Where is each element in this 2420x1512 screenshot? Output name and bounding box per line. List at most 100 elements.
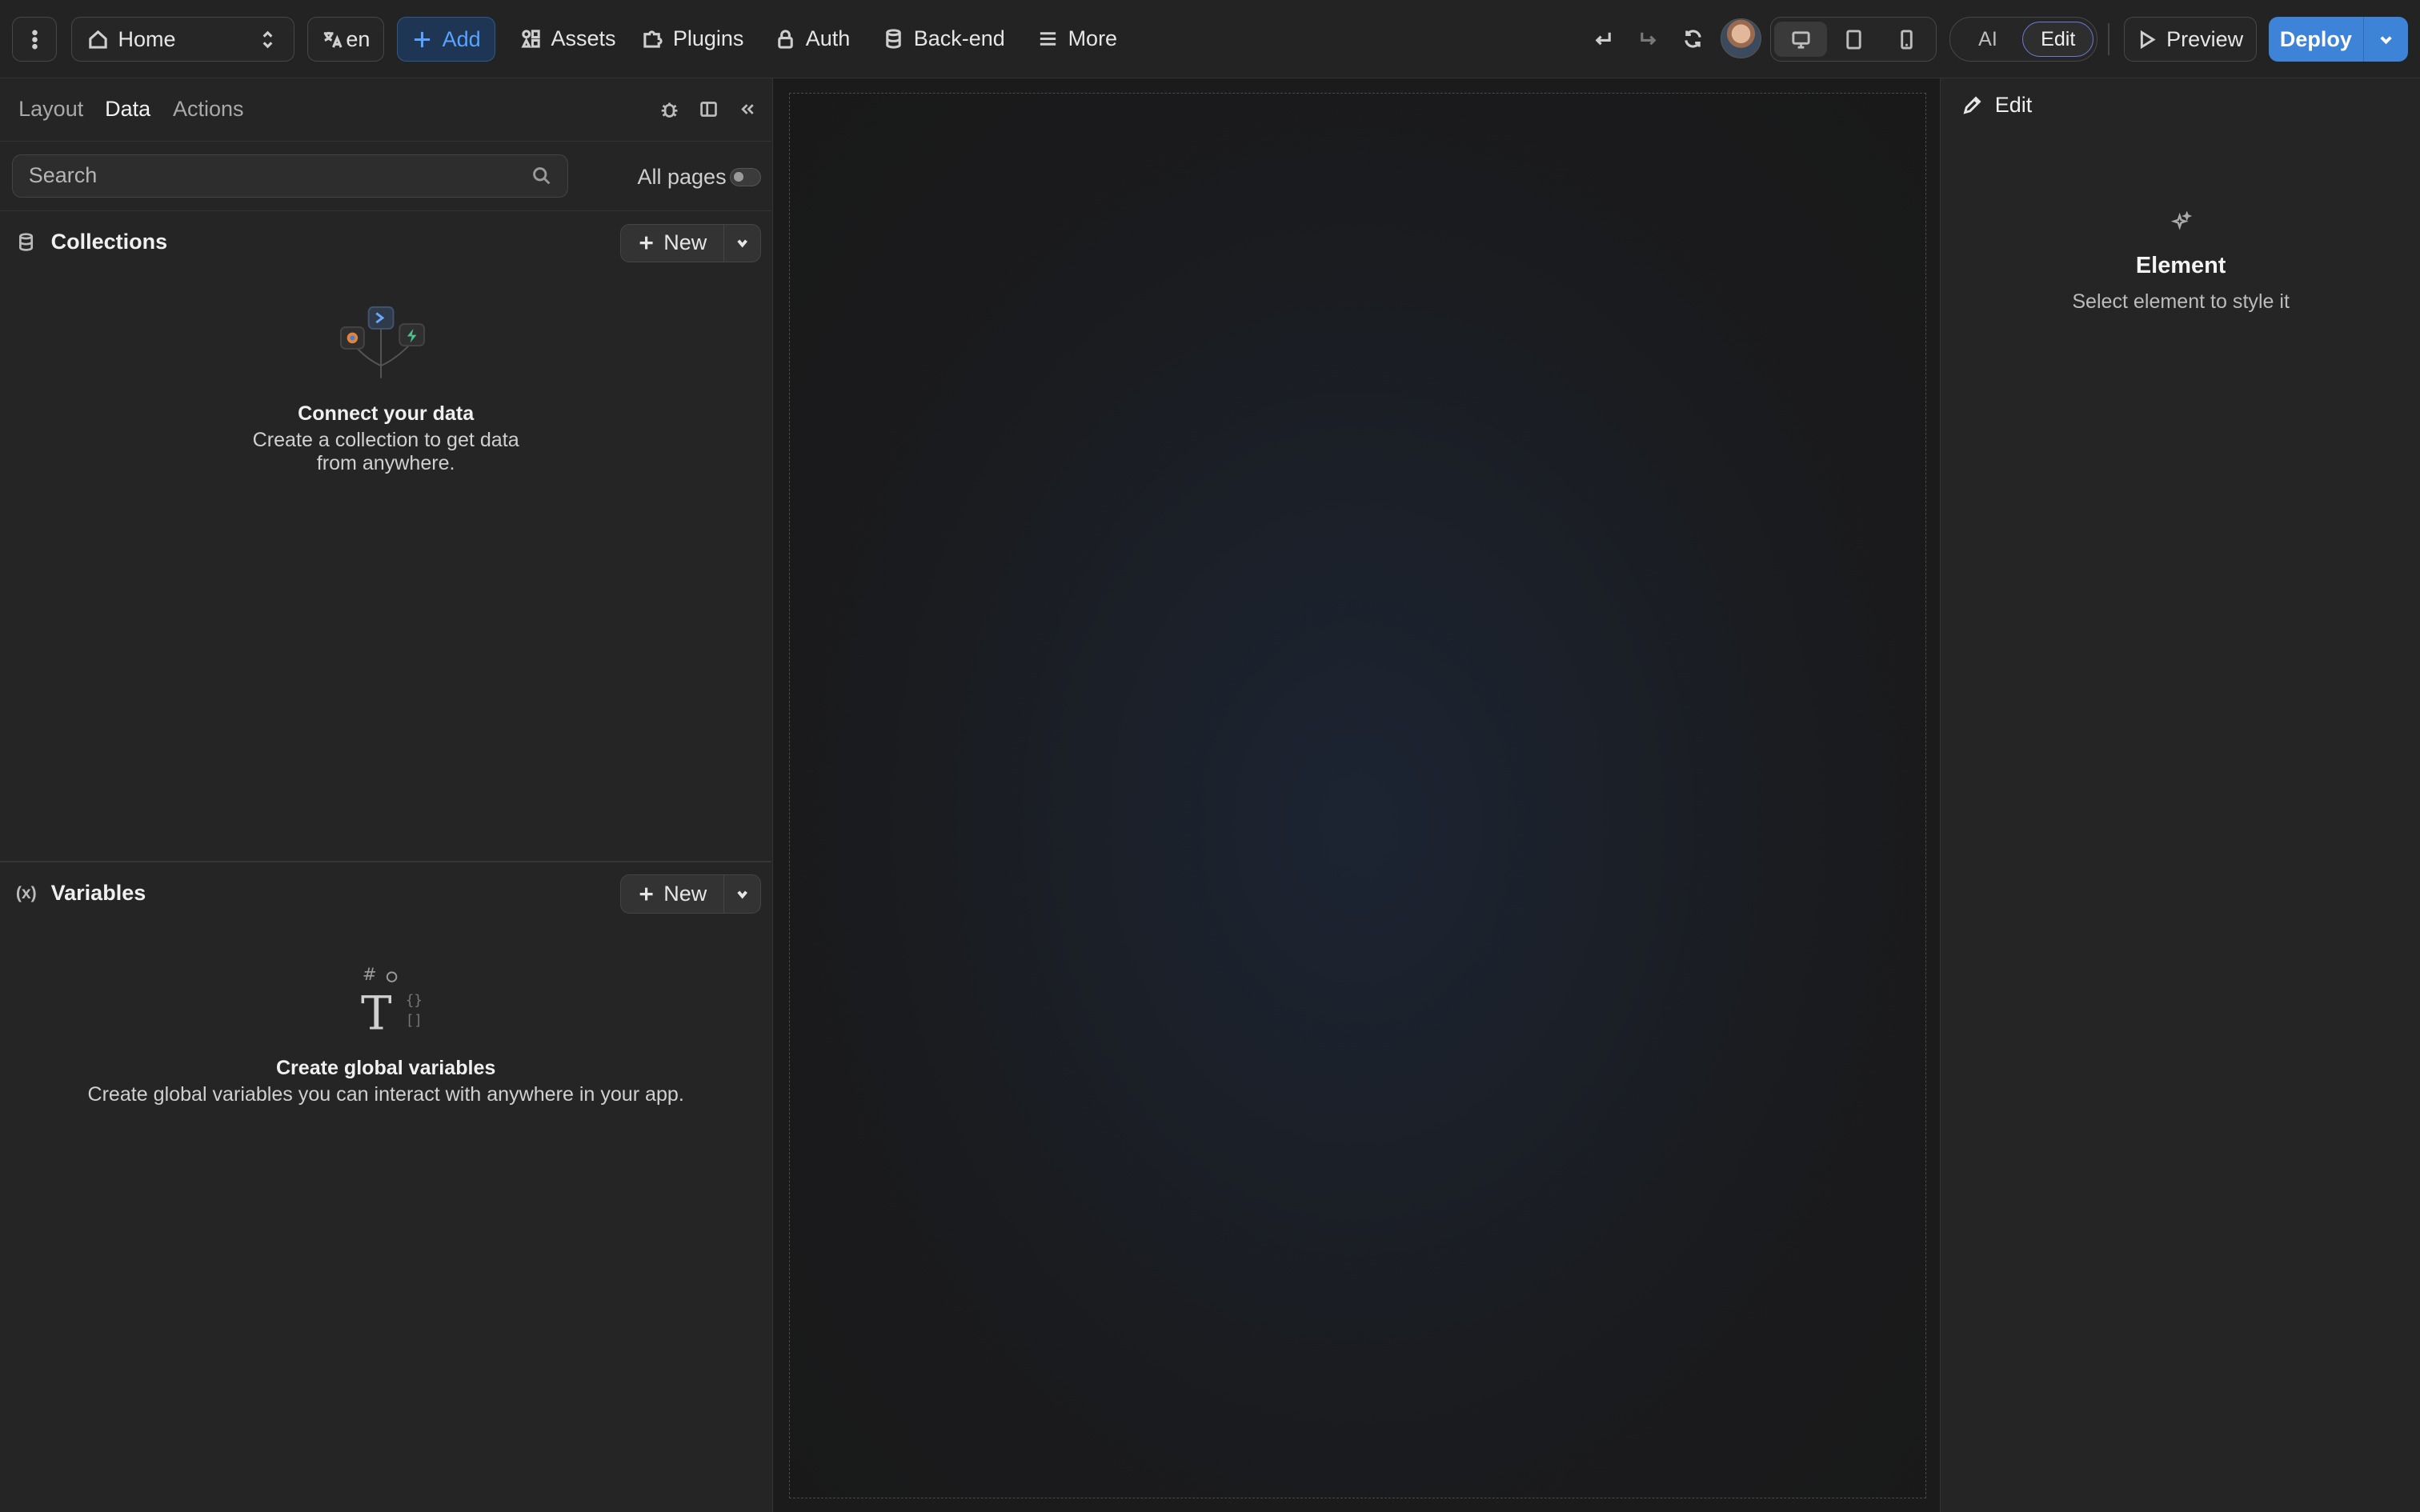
collections-empty-state: Connect your data Create a collection to… bbox=[0, 304, 771, 475]
search-input[interactable] bbox=[28, 163, 532, 189]
new-collection-button-group: New bbox=[620, 223, 761, 262]
variables-header: (x) Variables New bbox=[0, 862, 771, 924]
vertical-dots-icon bbox=[32, 30, 38, 50]
new-variable-options-button[interactable] bbox=[723, 875, 760, 913]
new-collection-options-button[interactable] bbox=[723, 224, 760, 262]
all-pages-toggle[interactable] bbox=[730, 168, 761, 187]
search-icon bbox=[533, 167, 551, 185]
svg-text:T: T bbox=[361, 986, 392, 1035]
tablet-icon bbox=[1846, 30, 1861, 50]
top-toolbar: Home en Add Assets Plugins Auth Back-end bbox=[0, 0, 2420, 79]
debug-button[interactable] bbox=[658, 97, 683, 122]
collections-empty-desc-line2: from anywhere. bbox=[316, 452, 455, 475]
variables-illustration-icon: # T {} [] bbox=[361, 965, 423, 1035]
deploy-button[interactable]: Deploy bbox=[2269, 17, 2363, 62]
new-variable-button-group: New bbox=[620, 874, 761, 914]
svg-text:[]: [] bbox=[406, 1013, 423, 1029]
add-button[interactable]: Add bbox=[396, 17, 496, 62]
nav-auth[interactable]: Auth bbox=[763, 17, 863, 60]
toolbar-divider bbox=[2108, 22, 2110, 56]
style-empty-desc: Select element to style it bbox=[2072, 290, 2290, 313]
tab-data[interactable]: Data bbox=[105, 97, 150, 122]
panel-tabs: Layout Data Actions bbox=[0, 78, 772, 142]
redo-icon bbox=[1641, 32, 1657, 46]
variables-empty-state: # T {} [] Create global variables Create… bbox=[0, 958, 771, 1106]
new-variable-button[interactable]: New bbox=[621, 875, 723, 912]
pencil-icon bbox=[1963, 96, 1981, 114]
refresh-icon bbox=[1685, 30, 1701, 48]
all-pages-label: All pages bbox=[637, 165, 727, 190]
plus-icon bbox=[639, 887, 653, 901]
mode-edit-button[interactable]: Edit bbox=[2022, 21, 2094, 58]
split-view-button[interactable] bbox=[696, 97, 721, 122]
double-chevron-left-icon bbox=[741, 104, 754, 115]
page-canvas[interactable] bbox=[788, 92, 1926, 1498]
deploy-button-group: Deploy bbox=[2269, 17, 2408, 62]
tab-actions[interactable]: Actions bbox=[173, 97, 244, 122]
redo-button[interactable] bbox=[1630, 20, 1667, 57]
svg-text:#: # bbox=[363, 965, 377, 985]
assets-icon bbox=[521, 30, 540, 48]
language-button[interactable]: en bbox=[307, 17, 385, 62]
deploy-options-button[interactable] bbox=[2362, 17, 2408, 62]
plus-icon bbox=[639, 236, 653, 250]
style-empty-state: Element Select element to style it bbox=[1941, 211, 2420, 314]
variable-icon: (x) bbox=[15, 883, 37, 902]
preview-button[interactable]: Preview bbox=[2123, 17, 2257, 62]
collections-empty-desc-line1: Create a collection to get data bbox=[252, 429, 519, 452]
preview-label: Preview bbox=[2166, 26, 2244, 51]
variables-empty-title: Create global variables bbox=[275, 1057, 496, 1080]
sidebar-layout-icon bbox=[699, 102, 717, 118]
menu-lines-icon bbox=[1040, 31, 1056, 46]
variables-empty-desc: Create global variables you can interact… bbox=[87, 1082, 684, 1106]
page-select[interactable]: Home bbox=[70, 17, 295, 62]
nav-plugins[interactable]: Plugins bbox=[630, 17, 756, 60]
collapse-panel-button[interactable] bbox=[735, 97, 759, 122]
page-select-label: Home bbox=[118, 26, 176, 51]
translate-icon bbox=[323, 31, 343, 48]
nav-assets-label: Assets bbox=[551, 26, 616, 50]
search-field bbox=[12, 154, 568, 198]
lock-icon bbox=[778, 30, 793, 49]
chevron-down-icon bbox=[2379, 35, 2392, 44]
refresh-button[interactable] bbox=[1675, 20, 1712, 57]
nav-backend[interactable]: Back-end bbox=[871, 17, 1017, 60]
style-panel-title: Edit bbox=[1994, 92, 2033, 117]
device-desktop-button[interactable] bbox=[1773, 21, 1828, 58]
collections-empty-title: Connect your data bbox=[298, 402, 475, 426]
svg-text:{}: {} bbox=[406, 992, 423, 1008]
database-icon bbox=[15, 231, 37, 253]
app-root: Home en Add Assets Plugins Auth Back-end bbox=[0, 0, 2420, 1512]
nav-more[interactable]: More bbox=[1025, 17, 1130, 60]
mobile-icon bbox=[1901, 30, 1913, 50]
sparkle-icon bbox=[2170, 211, 2192, 230]
chevron-down-icon bbox=[736, 239, 747, 248]
device-tablet-button[interactable] bbox=[1827, 22, 1880, 57]
device-mobile-button[interactable] bbox=[1880, 22, 1933, 57]
plus-icon bbox=[414, 31, 431, 47]
user-avatar[interactable] bbox=[1721, 18, 1761, 59]
nav-assets[interactable]: Assets bbox=[508, 17, 628, 60]
chevron-down-icon bbox=[736, 890, 747, 899]
device-switcher bbox=[1770, 17, 1937, 62]
new-collection-button[interactable]: New bbox=[621, 225, 723, 262]
new-collection-label: New bbox=[663, 230, 707, 255]
mode-ai-button[interactable]: AI bbox=[1953, 22, 2023, 57]
connect-data-illustration-icon bbox=[340, 306, 426, 378]
language-label: en bbox=[346, 26, 371, 51]
mode-switcher: AI Edit bbox=[1949, 17, 2097, 62]
nav-plugins-label: Plugins bbox=[672, 26, 744, 50]
collections-header: Collections New bbox=[0, 211, 771, 273]
puzzle-icon bbox=[643, 30, 663, 48]
add-label: Add bbox=[442, 26, 481, 51]
style-empty-title: Element bbox=[2135, 253, 2226, 279]
nav-auth-label: Auth bbox=[805, 26, 851, 50]
right-panel: Edit Element Select element to style it bbox=[1940, 78, 2420, 1512]
canvas-area bbox=[773, 78, 1941, 1512]
nav-more-label: More bbox=[1068, 26, 1118, 50]
variables-title: Variables bbox=[50, 881, 146, 906]
undo-button[interactable] bbox=[1585, 20, 1622, 57]
tab-layout[interactable]: Layout bbox=[18, 97, 83, 122]
main-menu-button[interactable] bbox=[12, 17, 58, 62]
new-variable-label: New bbox=[663, 882, 707, 906]
